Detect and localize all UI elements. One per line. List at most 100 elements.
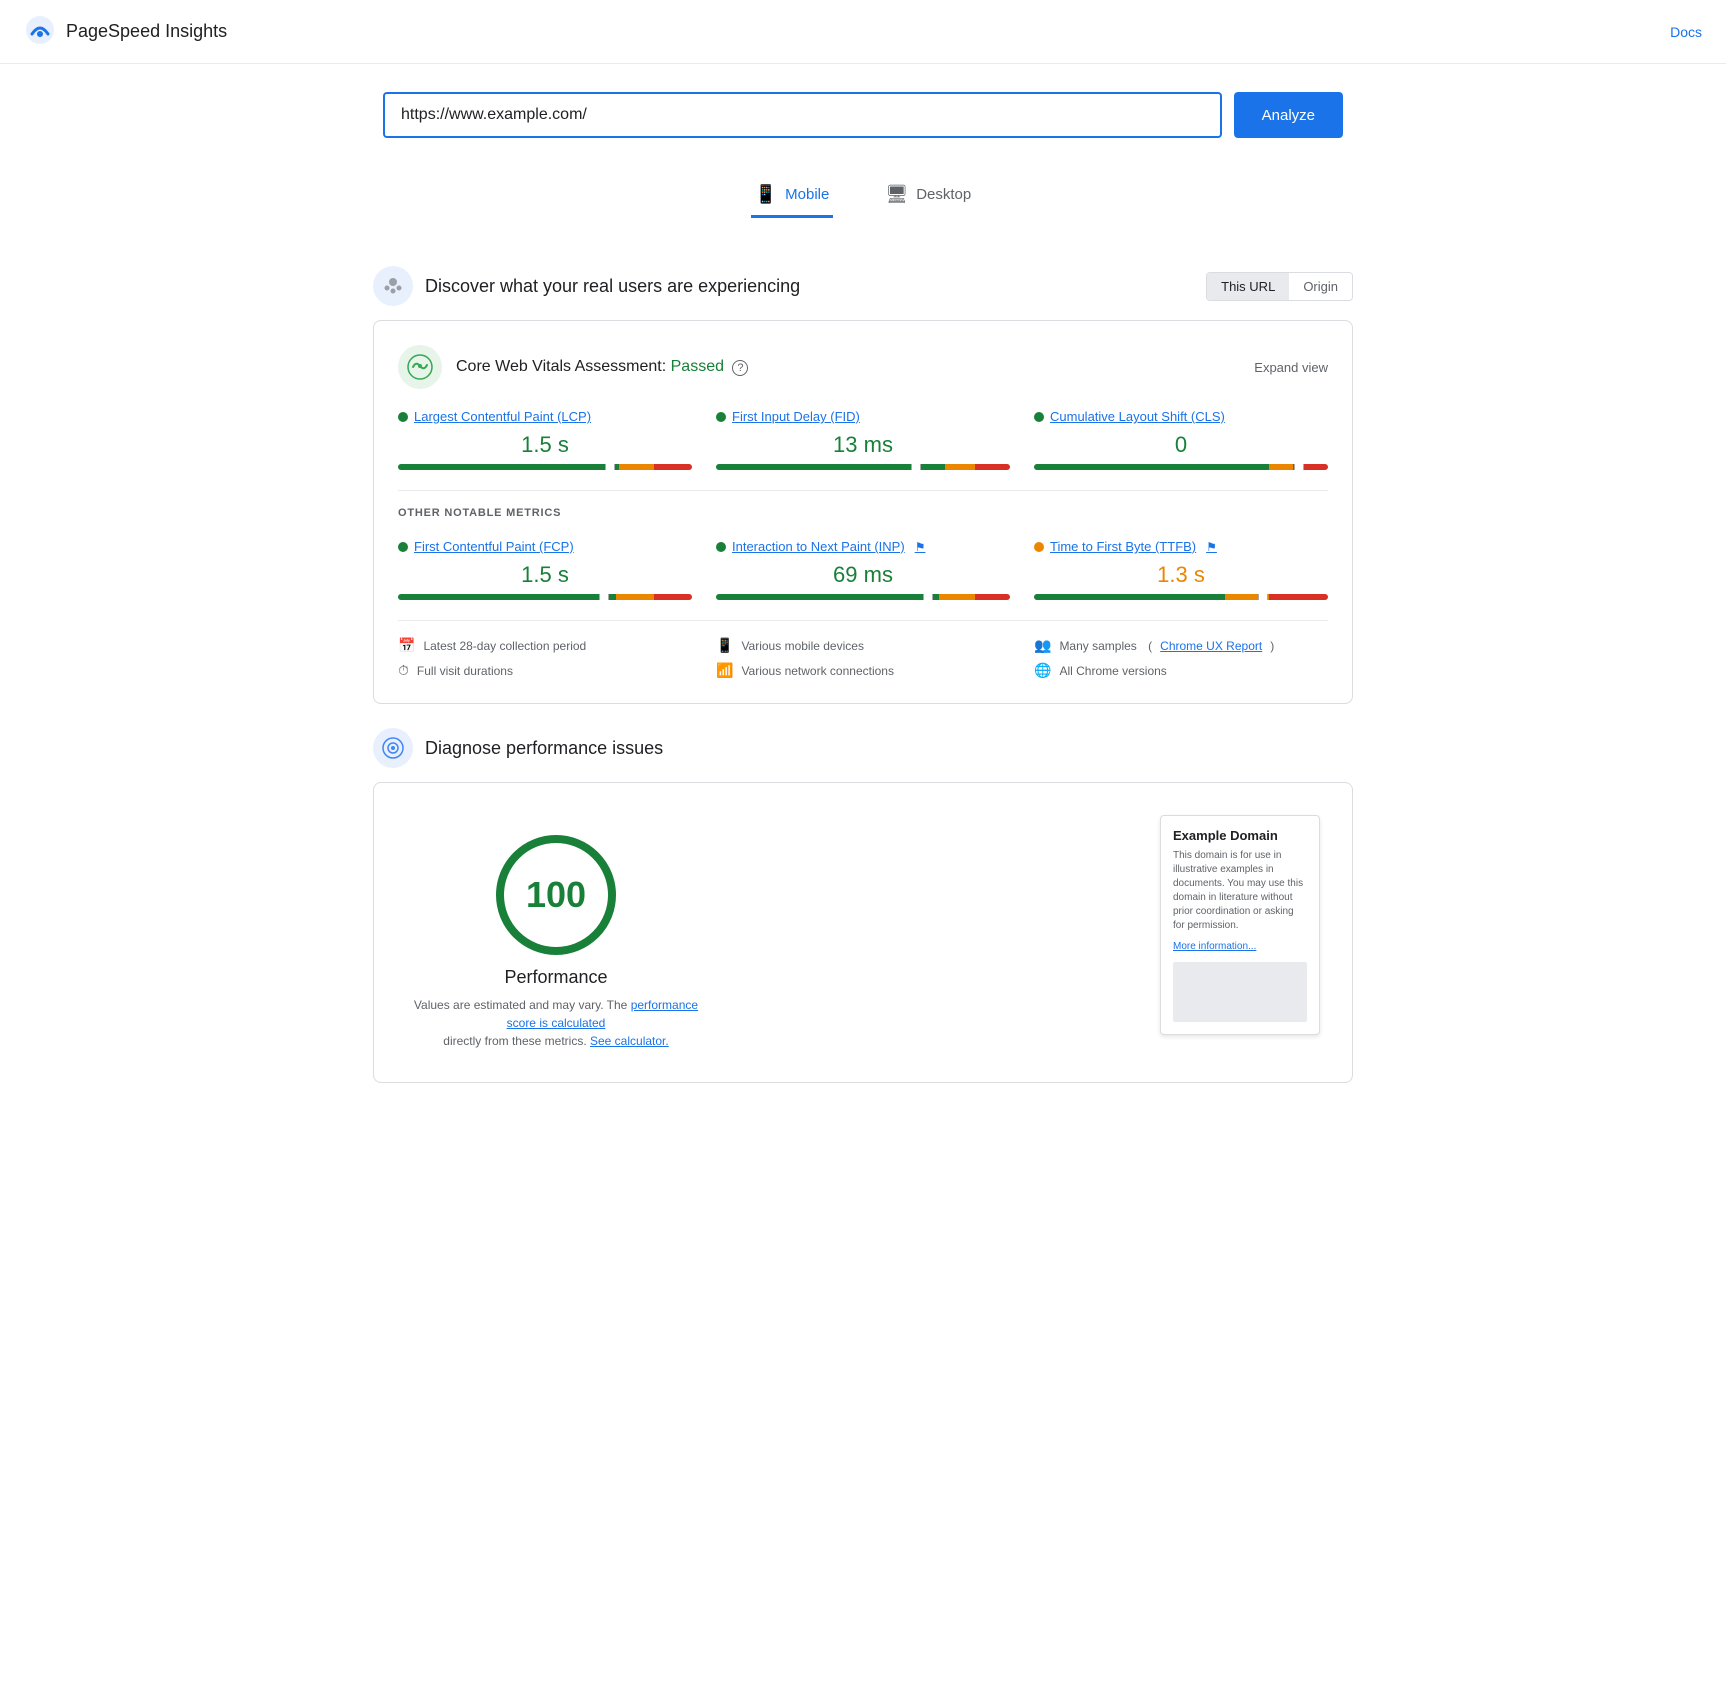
score-wrap: 100 Performance Values are estimated and… [406,815,706,1050]
bar-orange [616,594,654,600]
metric-cls-dot [1034,412,1044,422]
chrome-ux-report-link[interactable]: Chrome UX Report [1160,639,1262,653]
metric-fid-link[interactable]: First Input Delay (FID) [716,409,1010,424]
metric-fid-bar [716,464,1010,470]
origin-button[interactable]: Origin [1289,273,1352,300]
screenshot-text: This domain is for use in illustrative e… [1173,849,1307,933]
metric-fcp: First Contentful Paint (FCP) 1.5 s [398,539,692,604]
bar-red [1269,594,1328,600]
metric-fcp-link[interactable]: First Contentful Paint (FCP) [398,539,692,554]
docs-link[interactable]: Docs [1670,24,1702,40]
metric-ttfb-bar [1034,594,1328,600]
metric-inp-bar [716,594,1010,600]
info-network-text: Various network connections [741,664,894,678]
metric-ttfb-fill [1034,594,1328,600]
bar-green [398,464,619,470]
metric-cls-link[interactable]: Cumulative Layout Shift (CLS) [1034,409,1328,424]
metric-inp-fill [716,594,1010,600]
metric-ttfb-link[interactable]: Time to First Byte (TTFB) ⚑ [1034,539,1328,554]
metric-fcp-fill [398,594,692,600]
info-mobile-devices: 📱 Various mobile devices [716,637,1010,654]
cwv-icon [398,345,442,389]
calendar-icon: 📅 [398,637,415,654]
metric-fcp-marker [599,594,609,600]
bar-green [716,594,939,600]
cwv-status: Passed [671,358,724,375]
device-tabs: 📱 Mobile 🖥 Desktop [0,158,1726,226]
cwv-help-icon[interactable]: ? [732,360,748,376]
metric-cls-fill [1034,464,1328,470]
metric-lcp: Largest Contentful Paint (LCP) 1.5 s [398,409,692,474]
info-network: 📶 Various network connections [716,662,1010,679]
url-input[interactable] [383,92,1222,138]
metric-lcp-bar [398,464,692,470]
bar-green [398,594,616,600]
diagnose-icon [373,728,413,768]
metric-lcp-fill [398,464,692,470]
score-circle: 100 [496,835,616,955]
desktop-icon: 🖥 [885,184,908,205]
screenshot-title: Example Domain [1173,828,1307,843]
app-logo [24,14,56,49]
metric-inp-value: 69 ms [716,562,1010,588]
metric-cls-value: 0 [1034,432,1328,458]
score-number: 100 [526,874,586,916]
bar-green [1034,464,1269,470]
metric-lcp-value: 1.5 s [398,432,692,458]
metric-lcp-link[interactable]: Largest Contentful Paint (LCP) [398,409,692,424]
metric-inp-marker [923,594,933,600]
analyze-button[interactable]: Analyze [1234,92,1343,138]
calculator-link[interactable]: See calculator. [590,1034,669,1048]
core-metrics-grid: Largest Contentful Paint (LCP) 1.5 s Fir… [398,409,1328,474]
metric-fid: First Input Delay (FID) 13 ms [716,409,1010,474]
metric-cls-bar [1034,464,1328,470]
cwv-card: Core Web Vitals Assessment: Passed ? Exp… [373,320,1353,704]
diagnose-header: Diagnose performance issues [373,728,1353,768]
info-chrome-text: All Chrome versions [1059,664,1166,678]
bar-orange [619,464,654,470]
metric-fid-value: 13 ms [716,432,1010,458]
bar-orange [1269,464,1293,470]
tab-mobile[interactable]: 📱 Mobile [751,174,834,218]
section-title-row: Discover what your real users are experi… [373,266,800,306]
tab-mobile-label: Mobile [785,186,829,203]
score-label: Performance [504,967,607,988]
info-collection-period: 📅 Latest 28-day collection period [398,637,692,654]
diagnose-title-row: Diagnose performance issues [373,728,663,768]
diagnose-title: Diagnose performance issues [425,738,663,759]
metric-fid-dot [716,412,726,422]
metric-cls-marker [1294,464,1304,470]
field-data-header: Discover what your real users are experi… [373,266,1353,306]
bar-orange [939,594,974,600]
tab-desktop[interactable]: 🖥 Desktop [881,174,975,218]
metric-fcp-bar [398,594,692,600]
info-collection-text: Latest 28-day collection period [423,639,586,653]
metric-cls: Cumulative Layout Shift (CLS) 0 [1034,409,1328,474]
metric-inp: Interaction to Next Paint (INP) ⚑ 69 ms [716,539,1010,604]
main-content: Discover what your real users are experi… [333,226,1393,1123]
metric-inp-link[interactable]: Interaction to Next Paint (INP) ⚑ [716,539,1010,554]
screenshot-wrap: Example Domain This domain is for use in… [1160,815,1320,1035]
info-grid: 📅 Latest 28-day collection period 📱 Vari… [398,637,1328,679]
network-icon: 📶 [716,662,733,679]
metric-lcp-marker [605,464,615,470]
app-title: PageSpeed Insights [66,21,227,42]
score-note-text: Values are estimated and may vary. The [414,998,627,1012]
cwv-assessment-label: Core Web Vitals Assessment: Passed ? [456,358,748,376]
cwv-header: Core Web Vitals Assessment: Passed ? Exp… [398,345,1328,389]
screenshot-link[interactable]: More information... [1173,941,1307,952]
metric-lcp-dot [398,412,408,422]
this-url-button[interactable]: This URL [1207,273,1289,300]
mobile-devices-icon: 📱 [716,637,733,654]
metric-ttfb-dot [1034,542,1044,552]
info-chrome-versions: 🌐 All Chrome versions [1034,662,1328,679]
metric-ttfb: Time to First Byte (TTFB) ⚑ 1.3 s [1034,539,1328,604]
url-origin-toggle: This URL Origin [1206,272,1353,301]
app-header: PageSpeed Insights Docs [0,0,1726,64]
screenshot-gray-area [1173,962,1307,1022]
info-divider [398,620,1328,621]
ttfb-experimental-icon: ⚑ [1206,540,1217,554]
bar-red [975,464,1010,470]
expand-view-button[interactable]: Expand view [1254,360,1328,375]
samples-icon: 👥 [1034,637,1051,654]
